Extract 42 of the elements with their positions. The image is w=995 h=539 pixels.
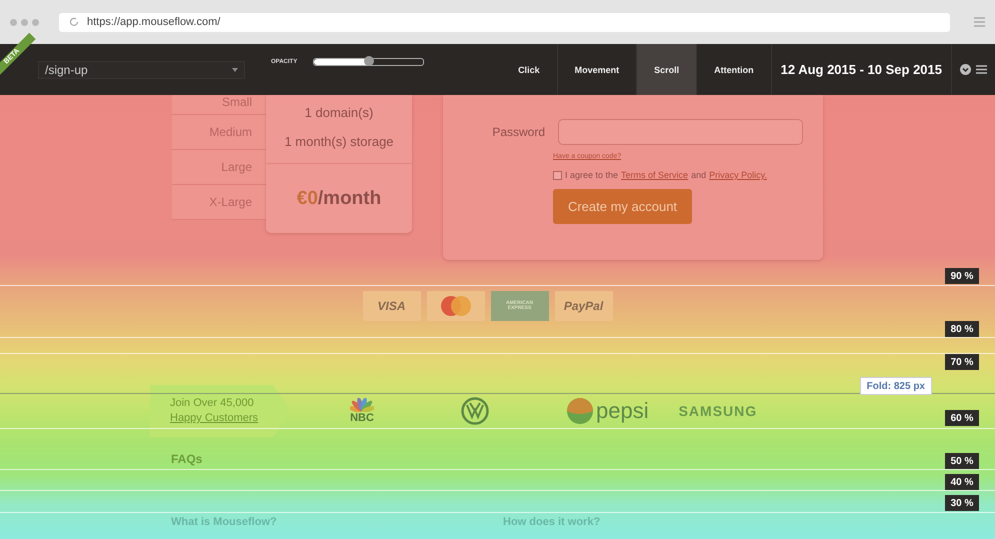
menu-icon[interactable]	[976, 65, 987, 74]
logo-text: pepsi	[596, 398, 649, 424]
address-bar[interactable]: https://app.mouseflow.com/	[59, 12, 950, 32]
window-controls-icon	[10, 18, 39, 26]
reload-icon[interactable]	[69, 17, 79, 27]
password-field[interactable]	[558, 119, 803, 145]
page-dropdown[interactable]: /sign-up	[38, 60, 245, 78]
scroll-depth-label: 30 %	[945, 495, 979, 511]
heatmap-tab[interactable]: Scroll	[637, 44, 698, 95]
slider-thumb[interactable]	[364, 56, 374, 66]
agree-text: I agree to the	[565, 170, 618, 180]
create-account-button[interactable]: Create my account	[553, 189, 692, 224]
customers-heading: Join Over 45,000	[170, 396, 255, 411]
agree-text: and	[691, 170, 706, 180]
price-text: €0/month	[266, 163, 412, 233]
plan-detail: 1 month(s) storage	[284, 133, 394, 151]
scroll-depth-label: 50 %	[945, 453, 979, 469]
caret-icon	[232, 68, 238, 72]
scroll-depth-label: 40 %	[945, 474, 979, 490]
logo-text: NBC	[350, 412, 374, 424]
plan-detail: 1 domain(s)	[304, 104, 374, 122]
scroll-depth-label: 90 %	[945, 268, 979, 284]
peacock-icon	[350, 398, 374, 412]
password-label: Password	[491, 125, 545, 139]
overlapping-circles-icon	[438, 295, 472, 317]
payment-logo: VISA	[362, 291, 420, 321]
url-text: https://app.mouseflow.com/	[87, 16, 220, 28]
chevron-down-icon[interactable]	[960, 64, 971, 75]
policy-link[interactable]: Privacy Policy.	[709, 170, 767, 180]
agree-checkbox[interactable]	[553, 170, 562, 180]
policy-link[interactable]: Terms of Service	[621, 170, 688, 180]
emblem-icon	[461, 397, 489, 425]
opacity-slider[interactable]	[313, 58, 424, 66]
scroll-depth-label: 80 %	[945, 321, 979, 337]
faq-heading: FAQs	[171, 452, 202, 466]
globe-icon	[566, 397, 594, 425]
scroll-depth-label: 70 %	[945, 354, 979, 370]
customers-heading[interactable]: Happy Customers	[170, 411, 290, 426]
scroll-depth-label: 60 %	[945, 410, 979, 426]
logo-text: SAMSUNG	[678, 403, 758, 419]
fold-label: Fold: 825 px	[860, 377, 932, 395]
payment-logo: PayPal	[554, 291, 612, 321]
